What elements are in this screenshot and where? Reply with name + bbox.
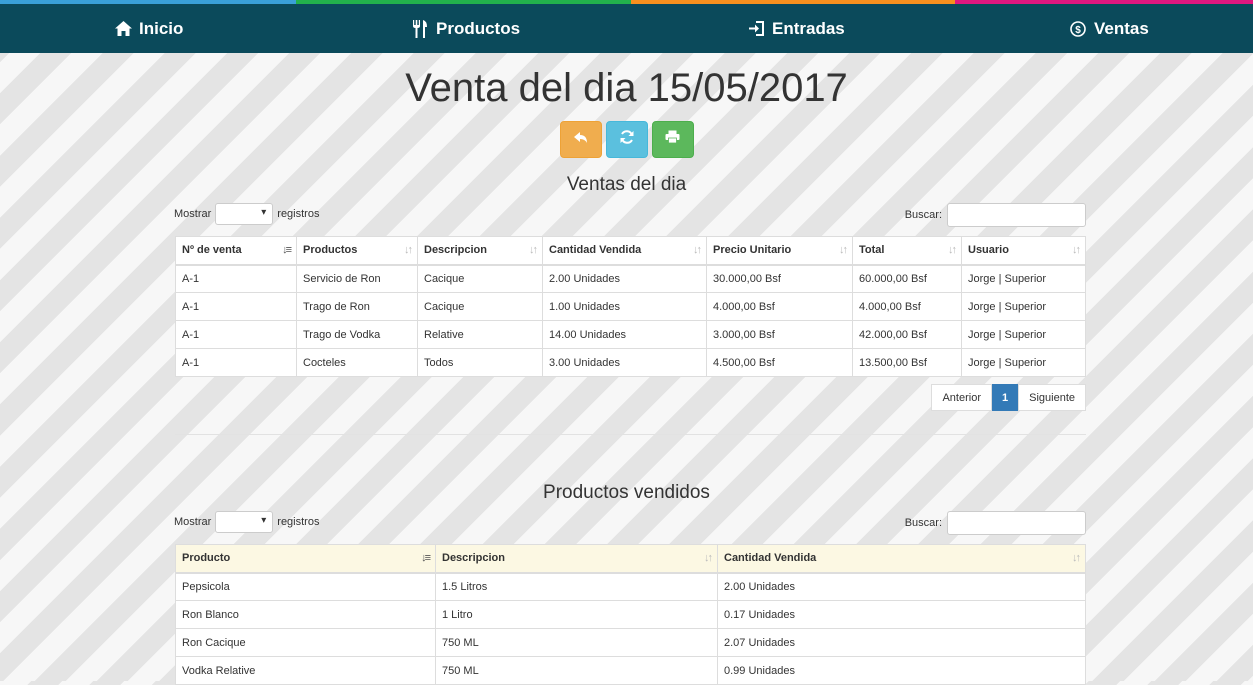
sales-length-select[interactable] [215,203,274,225]
products-length-control: Mostrar registros [174,511,319,533]
table-row: Pepsicola 1.5 Litros 2.00 Unidades [175,572,1086,601]
products-search-input[interactable] [947,511,1086,535]
nav-item-entradas[interactable]: Entradas [747,4,845,53]
nav-item-ventas[interactable]: $ Ventas [1069,4,1149,53]
table-header-row: Producto ↓≡ Descripcion ↓↑ Cantidad Vendid… [175,544,1086,574]
table-row: Ron Blanco 1 Litro 0.17 Unidades [175,600,1086,629]
navbar: Inicio Productos Entradas $ Ventas [0,4,1253,53]
refresh-button[interactable] [605,121,648,158]
back-button[interactable] [559,121,602,158]
table-row: A-1 Trago de Vodka Relative 14.00 Unidades 3… [175,320,1086,349]
sort-icon: ↓↑ [948,244,957,256]
products-length-select[interactable] [215,511,274,533]
sort-asc-icon: ↓≡ [421,552,431,564]
sales-pagination: Anterior 1 Siguiente [931,384,1086,411]
sort-icon: ↓↑ [839,244,848,256]
nav-item-inicio[interactable]: Inicio [114,4,183,53]
search-label: Buscar: [904,517,942,529]
col-header-total[interactable]: Total ↓↑ [852,236,962,266]
pagination-next[interactable]: Siguiente [1018,384,1086,411]
nav-item-productos[interactable]: Productos [411,4,520,53]
products-table: Producto ↓≡ Descripcion ↓↑ Cantidad Vendid… [175,544,1086,685]
log-in-icon [747,20,765,38]
sales-search-input[interactable] [947,203,1086,227]
col-header-productos[interactable]: Productos ↓↑ [296,236,418,266]
page-title: Venta del dia 15/05/2017 [405,66,848,110]
toolbar [0,121,1253,158]
length-label-post: registros [277,208,320,220]
products-section-title: Productos vendidos [543,482,710,503]
back-arrow-icon [573,131,588,149]
pagination-prev[interactable]: Anterior [931,384,992,411]
nav-label-productos: Productos [436,18,521,38]
nav-label-inicio: Inicio [139,18,184,38]
col-header-precio[interactable]: Precio Unitario ↓↑ [706,236,853,266]
sort-icon: ↓↑ [704,552,713,564]
col-header-cantidad[interactable]: Cantidad Vendida ↓↑ [717,544,1086,574]
print-icon [665,130,680,149]
sales-section-title: Ventas del dia [566,174,687,195]
coin-icon: $ [1069,20,1087,38]
nav-label-ventas: Ventas [1094,18,1149,38]
sort-icon: ↓↑ [1072,244,1081,256]
sort-icon: ↓↑ [1072,552,1081,564]
col-header-venta[interactable]: Nº de venta ↓≡ [175,236,297,266]
home-icon [114,20,132,38]
nav-label-entradas: Entradas [772,18,845,38]
table-row: A-1 Cocteles Todos 3.00 Unidades 4.500,00 Bs… [175,348,1086,377]
svg-text:$: $ [1075,25,1081,36]
pagination-page-1[interactable]: 1 [992,384,1019,411]
sales-length-control: Mostrar registros [174,203,319,225]
sort-icon: ↓↑ [529,244,538,256]
cutlery-icon [411,19,429,38]
table-header-row: Nº de venta ↓≡ Productos ↓↑ Descripcion ↓↑ … [175,236,1086,266]
sort-icon: ↓↑ [404,244,413,256]
sort-icon: ↓↑ [693,244,702,256]
sort-asc-icon: ↓≡ [282,244,292,256]
section-divider [175,434,1086,435]
table-row: Vodka Relative 750 ML 0.99 Unidades [175,656,1086,685]
col-header-usuario[interactable]: Usuario ↓↑ [961,236,1086,266]
sales-search: Buscar: [905,203,1086,227]
table-row: Ron Cacique 750 ML 2.07 Unidades [175,628,1086,657]
col-header-producto[interactable]: Producto ↓≡ [175,544,436,574]
table-row: A-1 Trago de Ron Cacique 1.00 Unidades 4.000… [175,292,1086,321]
print-button[interactable] [651,121,694,158]
products-search: Buscar: [905,511,1086,535]
col-header-descripcion[interactable]: Descripcion ↓↑ [435,544,718,574]
length-label-pre: Mostrar [174,516,212,528]
table-row: A-1 Servicio de Ron Cacique 2.00 Unidades 30… [175,264,1086,293]
col-header-descripcion[interactable]: Descripcion ↓↑ [417,236,543,266]
length-label-post: registros [277,516,320,528]
refresh-icon [619,129,635,150]
length-label-pre: Mostrar [174,208,212,220]
search-label: Buscar: [904,209,942,221]
col-header-cantidad[interactable]: Cantidad Vendida ↓↑ [542,236,707,266]
sales-table: Nº de venta ↓≡ Productos ↓↑ Descripcion ↓↑ … [175,236,1086,377]
